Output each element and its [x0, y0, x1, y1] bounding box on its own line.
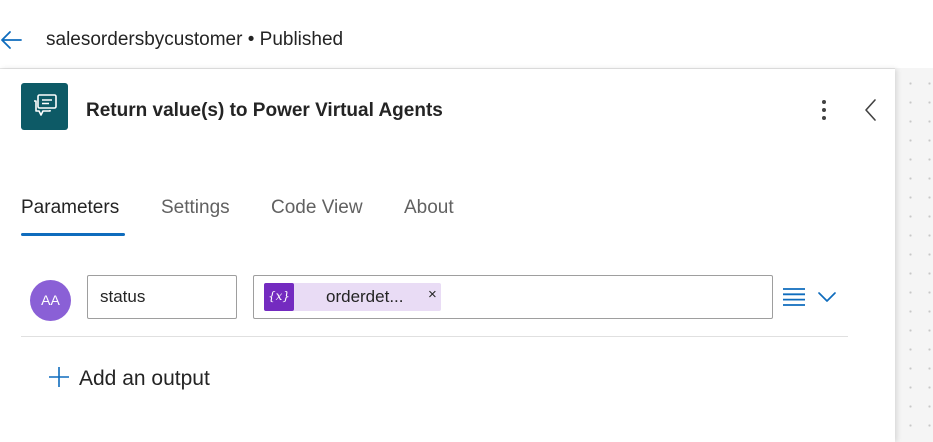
dynamic-content-token[interactable]: {x} orderdet... ×: [264, 283, 441, 311]
chevron-left-icon: [865, 99, 876, 121]
collapse-panel-button[interactable]: [860, 97, 882, 123]
expression-icon: {x}: [264, 283, 294, 311]
token-remove-button[interactable]: ×: [428, 286, 437, 303]
more-options-button[interactable]: [812, 97, 836, 123]
action-title: Return value(s) to Power Virtual Agents: [86, 100, 443, 121]
action-icon-tile: [21, 83, 68, 130]
list-lines-icon: [783, 288, 805, 306]
output-name-input[interactable]: status: [87, 275, 237, 319]
chat-bubble-icon: [34, 94, 57, 116]
add-output-label: Add an output: [79, 367, 210, 390]
tab-code-view[interactable]: Code View: [271, 197, 363, 219]
plus-icon: [49, 367, 69, 387]
dynamic-content-button[interactable]: [782, 287, 806, 307]
tab-settings[interactable]: Settings: [161, 197, 230, 219]
row-divider: [21, 336, 848, 337]
token-label: orderdet...: [326, 287, 404, 306]
action-details-panel: Return value(s) to Power Virtual Agents …: [0, 69, 895, 442]
flow-designer-page: salesordersbycustomer • Published Return…: [0, 0, 933, 442]
expand-output-button[interactable]: [817, 288, 837, 306]
back-button[interactable]: [0, 27, 24, 53]
arrow-left-icon: [1, 31, 22, 49]
chevron-down-icon: [818, 292, 836, 302]
title-separator: •: [247, 29, 255, 50]
designer-canvas: [895, 68, 933, 442]
active-tab-indicator: [21, 233, 125, 236]
more-vertical-icon: [822, 100, 826, 120]
top-header: salesordersbycustomer • Published: [0, 0, 933, 69]
tab-parameters[interactable]: Parameters: [21, 197, 119, 219]
flow-status: Published: [259, 29, 344, 50]
tab-about[interactable]: About: [404, 197, 454, 219]
flow-name: salesordersbycustomer: [46, 29, 243, 50]
flow-title: salesordersbycustomer • Published: [46, 29, 343, 51]
output-type-badge: AA: [30, 280, 71, 321]
output-value-input[interactable]: {x} orderdet... ×: [253, 275, 773, 319]
